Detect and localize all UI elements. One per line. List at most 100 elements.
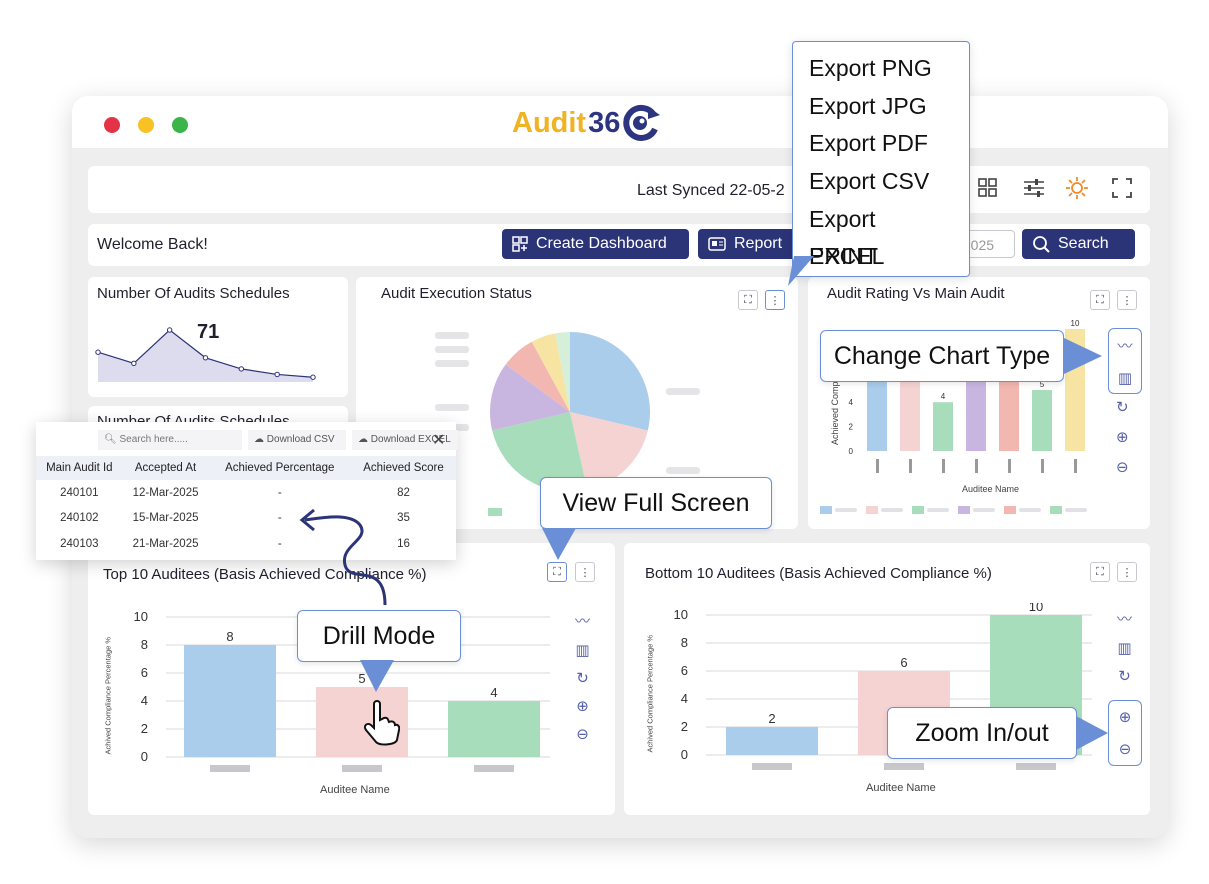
export-excel-item[interactable]: Export EXCEL xyxy=(809,201,953,270)
y-tick-label: 0 xyxy=(849,447,854,456)
close-dot-icon[interactable] xyxy=(104,117,120,133)
fullscreen-icon[interactable] xyxy=(1112,178,1132,198)
more-vertical-icon: ⋮ xyxy=(1121,294,1133,307)
y-tick-label: 2 xyxy=(849,423,854,432)
export-png-item[interactable]: Export PNG xyxy=(809,50,953,88)
export-jpg-item[interactable]: Export JPG xyxy=(809,88,953,126)
export-pdf-item[interactable]: Export PDF xyxy=(809,125,953,163)
x-tick-placeholder xyxy=(1041,459,1044,473)
zoom-in-icon[interactable]: ⊕ xyxy=(576,697,589,715)
zoom-out-icon[interactable]: ⊖ xyxy=(1116,458,1129,476)
bottom10-more-button[interactable]: ⋮ xyxy=(1117,562,1137,582)
callout-arrow-down xyxy=(542,528,576,560)
pie-label-placeholder xyxy=(435,332,469,339)
rating-more-button[interactable]: ⋮ xyxy=(1117,290,1137,310)
y-tick-label: 8 xyxy=(141,637,148,652)
x-tick-placeholder xyxy=(1016,763,1056,770)
pie-label-placeholder xyxy=(435,360,469,367)
maximize-dot-icon[interactable] xyxy=(172,117,188,133)
more-vertical-icon: ⋮ xyxy=(1121,566,1133,579)
y-tick-label: 10 xyxy=(134,609,148,624)
export-csv-item[interactable]: Export CSV xyxy=(809,163,953,201)
drill-header-cell[interactable]: Accepted At xyxy=(122,456,209,480)
bar xyxy=(184,645,276,757)
zoom-in-icon[interactable]: ⊕ xyxy=(1119,708,1132,726)
x-tick-placeholder xyxy=(942,459,945,473)
top10-more-button[interactable]: ⋮ xyxy=(575,562,595,582)
cloud-download-icon: ☁ xyxy=(358,434,368,445)
pie-label-placeholder xyxy=(435,346,469,353)
legend-label-placeholder xyxy=(835,508,857,512)
bar-chart-icon[interactable]: ▥ xyxy=(1117,639,1131,657)
callout-arrow-right xyxy=(1064,338,1102,374)
bottom10-tools-a: 〰 ▥ ↻ xyxy=(1117,608,1132,685)
report-button[interactable]: Report xyxy=(698,229,796,259)
app-logo: Audit 36 xyxy=(512,100,661,146)
bottom10-fullscreen-button[interactable]: ⛶ xyxy=(1090,562,1110,582)
y-tick-label: 6 xyxy=(141,665,148,680)
bar-value-label: 2 xyxy=(768,711,775,726)
line-chart-icon[interactable]: 〰 xyxy=(1117,335,1132,356)
execution-fullscreen-button[interactable]: ⛶ xyxy=(738,290,758,310)
y-tick-label: 6 xyxy=(681,663,688,678)
bar-chart-icon[interactable]: ▥ xyxy=(575,641,589,659)
drill-header-cell[interactable]: Achieved Score xyxy=(350,456,456,480)
logo-text-number: 36 xyxy=(588,106,621,139)
widget-rating-title: Audit Rating Vs Main Audit xyxy=(827,285,1005,302)
bar xyxy=(726,727,818,755)
execution-more-button[interactable]: ⋮ xyxy=(765,290,785,310)
refresh-icon[interactable]: ↻ xyxy=(1118,667,1131,685)
download-csv-button[interactable]: ☁ Download CSV xyxy=(248,430,346,450)
callout-drill-mode: Drill Mode xyxy=(297,610,461,662)
line-chart-icon[interactable]: 〰 xyxy=(575,610,590,631)
export-menu: Export PNG Export JPG Export PDF Export … xyxy=(792,41,970,277)
zoom-out-icon[interactable]: ⊖ xyxy=(576,725,589,743)
callout-arrow-down-2 xyxy=(360,660,394,692)
zoom-out-icon[interactable]: ⊖ xyxy=(1119,740,1132,758)
x-tick-placeholder xyxy=(876,459,879,473)
sparkline-point xyxy=(274,371,280,378)
sparkline-point xyxy=(202,355,209,361)
search-icon: 🔍︎ xyxy=(104,434,117,445)
create-dashboard-label: Create Dashboard xyxy=(536,235,667,252)
bar-value-label: 10 xyxy=(1029,603,1043,614)
bar-value-label: 8 xyxy=(226,629,233,644)
drill-table-cell: 12-Mar-2025 xyxy=(132,486,199,499)
search-button[interactable]: Search xyxy=(1022,229,1135,259)
refresh-icon[interactable]: ↻ xyxy=(576,669,589,687)
fullscreen-icon: ⛶ xyxy=(553,565,561,578)
pie-label-placeholder xyxy=(435,404,469,411)
sun-icon[interactable] xyxy=(1066,177,1088,199)
rating-fullscreen-button[interactable]: ⛶ xyxy=(1090,290,1110,310)
sparkline-point xyxy=(238,366,245,372)
drill-search-input[interactable]: 🔍︎ Search here..... xyxy=(98,430,242,450)
welcome-text: Welcome Back! xyxy=(97,236,208,253)
drill-header-cell[interactable]: Achieved Percentage xyxy=(208,456,351,480)
line-chart-icon[interactable]: 〰 xyxy=(1117,608,1132,629)
bar-chart-icon[interactable]: ▥ xyxy=(1118,369,1132,387)
grid-add-icon[interactable] xyxy=(978,178,998,198)
drill-header-cell[interactable]: Main Audit Id xyxy=(36,456,123,480)
drill-table-cell: 15-Mar-2025 xyxy=(132,512,199,525)
widget-execution-status-title: Audit Execution Status xyxy=(381,285,532,302)
top10-xlabel: Auditee Name xyxy=(320,784,390,796)
download-csv-label: Download CSV xyxy=(266,434,335,445)
bar xyxy=(933,402,953,451)
pie-legend-swatch xyxy=(488,508,502,516)
top10-fullscreen-button[interactable]: ⛶ xyxy=(547,562,567,582)
sliders-icon[interactable] xyxy=(1023,178,1045,198)
zoom-in-icon[interactable]: ⊕ xyxy=(1116,428,1129,446)
top10-tools-group: 〰 ▥ ↻ ⊕ ⊖ xyxy=(575,610,590,743)
rating-tools-group: ↻ ⊕ ⊖ xyxy=(1116,398,1129,476)
y-tick-label: 0 xyxy=(141,749,148,764)
fullscreen-icon: ⛶ xyxy=(744,293,752,306)
drill-search-placeholder: Search here..... xyxy=(119,434,188,445)
fullscreen-icon: ⛶ xyxy=(1096,565,1104,578)
minimize-dot-icon[interactable] xyxy=(138,117,154,133)
y-tick-label: 10 xyxy=(674,607,688,622)
legend-swatch xyxy=(912,506,924,514)
create-dashboard-button[interactable]: Create Dashboard xyxy=(502,229,689,259)
close-icon[interactable]: ✕ xyxy=(432,430,445,450)
bottom10-xlabel: Auditee Name xyxy=(866,782,936,794)
refresh-icon[interactable]: ↻ xyxy=(1116,398,1129,416)
